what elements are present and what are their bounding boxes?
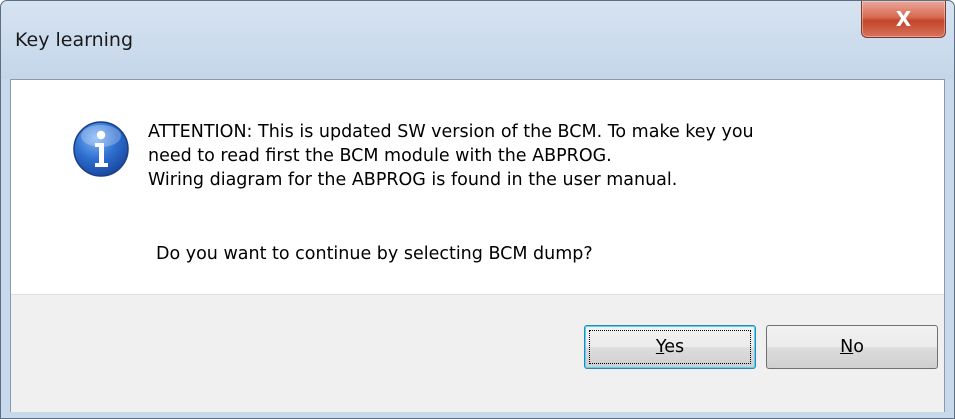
no-button[interactable]: No	[766, 325, 938, 369]
dialog-window: Key learning X ATTENTION: This is update…	[0, 0, 955, 419]
question-text: Do you want to continue by selecting BCM…	[156, 244, 593, 264]
yes-button[interactable]: Yes	[584, 325, 756, 369]
title-bar[interactable]: Key learning X	[1, 1, 954, 79]
close-button[interactable]: X	[861, 1, 946, 38]
close-icon: X	[895, 7, 912, 31]
yes-button-label: Yes	[656, 337, 684, 357]
message-text: ATTENTION: This is updated SW version of…	[148, 120, 928, 192]
message-line: need to read first the BCM module with t…	[148, 146, 612, 166]
yes-mnemonic: Y	[655, 337, 665, 357]
dialog-client-area: ATTENTION: This is updated SW version of…	[10, 79, 945, 412]
yes-label-rest: es	[664, 337, 685, 357]
window-title: Key learning	[15, 29, 133, 51]
button-bar: Yes No	[11, 294, 944, 412]
message-line: ATTENTION: This is updated SW version of…	[148, 122, 754, 142]
no-mnemonic: N	[840, 337, 854, 357]
message-area: ATTENTION: This is updated SW version of…	[11, 80, 944, 294]
info-icon	[73, 121, 129, 177]
no-button-label: No	[840, 337, 864, 357]
no-label-rest: o	[853, 337, 864, 357]
message-line: Wiring diagram for the ABPROG is found i…	[148, 170, 678, 190]
